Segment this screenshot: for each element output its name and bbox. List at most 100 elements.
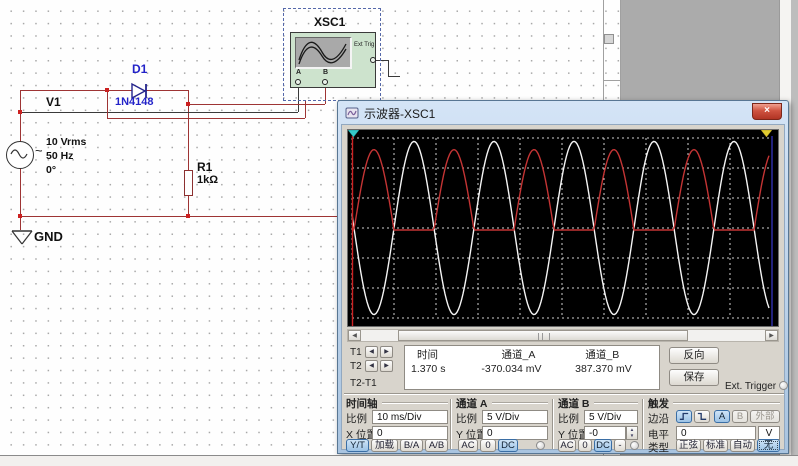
timebase-group-title: 时间轴 bbox=[346, 397, 448, 409]
trigger-edge-label: 边沿 bbox=[648, 411, 669, 426]
xsc1-term-a-label: A bbox=[296, 69, 301, 76]
wire-tap-horizontal[interactable] bbox=[107, 118, 305, 119]
group-separator bbox=[552, 399, 554, 449]
ext-trigger-connector[interactable] bbox=[779, 381, 788, 390]
group-separator bbox=[450, 399, 452, 449]
junction-dot bbox=[105, 88, 109, 92]
wire-exttrig-3[interactable] bbox=[388, 76, 400, 77]
trigger-group-title: 触发 bbox=[648, 397, 780, 409]
wire-r1-bottom[interactable] bbox=[188, 195, 189, 216]
channel-b-zero-button[interactable]: 0 bbox=[578, 439, 592, 452]
xsc1-terminal-a[interactable] bbox=[295, 79, 301, 85]
timebase-scale-label: 比例 bbox=[346, 411, 367, 426]
app-horizontal-scrollbar[interactable] bbox=[0, 455, 798, 466]
scope-scrollbar[interactable]: ◀ ▶ bbox=[347, 329, 779, 342]
xsc1-instrument-icon[interactable]: Ext Trig A B bbox=[290, 32, 376, 88]
t1-right-button[interactable]: ▶ bbox=[380, 346, 393, 358]
reverse-button[interactable]: 反向 bbox=[669, 347, 719, 364]
channel-a-dc-button[interactable]: DC bbox=[498, 439, 518, 452]
channel-b-group-title: 通道 B bbox=[558, 397, 638, 409]
trigger-type-auto-button[interactable]: 自动 bbox=[730, 439, 755, 452]
save-button[interactable]: 保存 bbox=[669, 369, 719, 386]
d1-ref-label[interactable]: D1 bbox=[132, 62, 147, 76]
channel-b-scale-label: 比例 bbox=[558, 411, 579, 426]
v1-prop-freq: 50 Hz bbox=[46, 150, 73, 162]
channel-b-ac-button[interactable]: AC bbox=[558, 439, 576, 452]
t1-left-button[interactable]: ◀ bbox=[365, 346, 378, 358]
trigger-source-a-button[interactable]: A bbox=[714, 410, 730, 423]
trigger-source-b-button[interactable]: B bbox=[732, 410, 748, 423]
trigger-falling-edge-button[interactable] bbox=[694, 410, 710, 423]
scroll-thumb[interactable] bbox=[398, 330, 688, 341]
add-mode-button[interactable]: 加载 bbox=[371, 439, 398, 452]
spinner-down-icon[interactable]: ▼ bbox=[627, 433, 637, 439]
timebase-xpos-input[interactable]: 0 bbox=[372, 426, 448, 440]
trigger-level-unit: V bbox=[758, 426, 780, 440]
wire-left-lower[interactable] bbox=[20, 168, 21, 216]
trigger-level-input[interactable]: 0 bbox=[676, 426, 756, 440]
wire-tap-vertical[interactable] bbox=[107, 90, 108, 118]
channel-a-group-title: 通道 A bbox=[456, 397, 548, 409]
channel-a-scale-input[interactable]: 5 V/Div bbox=[482, 410, 548, 424]
v1-source-symbol[interactable] bbox=[6, 141, 34, 169]
channel-b-ypos-spinner[interactable]: ▲ ▼ bbox=[626, 426, 638, 440]
group-separator bbox=[642, 399, 644, 449]
r1-value-label[interactable]: 1kΩ bbox=[197, 174, 218, 186]
wire-tap-up[interactable] bbox=[305, 100, 306, 118]
scroll-left-button[interactable]: ◀ bbox=[348, 330, 361, 341]
gnd-label[interactable]: GND bbox=[34, 229, 63, 244]
channel-a-zero-button[interactable]: 0 bbox=[480, 439, 496, 452]
window-titlebar[interactable]: 示波器-XSC1 bbox=[341, 103, 785, 123]
timebase-scale-input[interactable]: 10 ms/Div bbox=[372, 410, 448, 424]
trigger-type-none-button[interactable]: 无 bbox=[757, 439, 780, 452]
channel-b-scale-input[interactable]: 5 V/Div bbox=[584, 410, 638, 424]
channel-b-ypos-input[interactable]: -0 bbox=[584, 426, 626, 440]
v1-prop-phase: 0° bbox=[46, 164, 56, 176]
xsc1-mini-screen bbox=[295, 37, 352, 69]
ext-trigger-label: Ext. Trigger bbox=[725, 381, 776, 392]
trigger-rising-edge-button[interactable] bbox=[676, 410, 692, 423]
xsc1-ref-label[interactable]: XSC1 bbox=[314, 15, 345, 29]
rising-edge-icon bbox=[678, 411, 690, 421]
ab-mode-button[interactable]: A/B bbox=[425, 439, 448, 452]
trigger-type-single-button[interactable]: 正弦 bbox=[676, 439, 701, 452]
t2-left-button[interactable]: ◀ bbox=[365, 360, 378, 372]
col-channel-b-header: 通道_B bbox=[561, 346, 659, 362]
scope-panel: ◀ ▶ T1 ◀ ▶ T2 ◀ ▶ T2-T1 时间 通道_A 通道_B bbox=[341, 124, 785, 450]
v1-ac-symbol: ~ bbox=[35, 143, 43, 158]
readout-panel: T1 ◀ ▶ T2 ◀ ▶ T2-T1 时间 通道_A 通道_B 1.370 s… bbox=[347, 345, 781, 391]
mini-sine-icon bbox=[296, 38, 350, 66]
scroll-right-button[interactable]: ▶ bbox=[765, 330, 778, 341]
t2-right-button[interactable]: ▶ bbox=[380, 360, 393, 372]
xsc1-terminal-exttrig[interactable] bbox=[370, 57, 376, 63]
r1-ref-label[interactable]: R1 bbox=[197, 160, 212, 174]
v1-ref-label[interactable]: V1 bbox=[46, 95, 61, 109]
close-button[interactable]: × bbox=[752, 103, 782, 120]
oscilloscope-window[interactable]: 示波器-XSC1 × ◀ ▶ T1 ◀ ▶ T2 ◀ ▶ T2-T1 bbox=[337, 100, 789, 454]
channel-b-connector bbox=[630, 441, 639, 450]
wire-gnd-drop[interactable] bbox=[20, 216, 21, 230]
xsc1-terminal-b[interactable] bbox=[322, 79, 328, 85]
junction-dot bbox=[186, 102, 190, 106]
wire-left-upper[interactable] bbox=[20, 90, 21, 142]
sheet-border-tick bbox=[603, 80, 621, 81]
wire-bottom[interactable] bbox=[20, 216, 340, 217]
trigger-source-ext-button[interactable]: 外部 bbox=[750, 410, 780, 423]
d1-model-label[interactable]: 1N4148 bbox=[115, 96, 154, 108]
scope-screen[interactable] bbox=[347, 129, 779, 327]
r1-resistor-symbol[interactable] bbox=[184, 170, 193, 196]
channel-b-dc-button[interactable]: DC bbox=[594, 439, 612, 452]
wire-scope-a-horizontal[interactable] bbox=[20, 112, 298, 113]
channel-a-ypos-input[interactable]: 0 bbox=[482, 426, 548, 440]
readout-values-box: 时间 通道_A 通道_B 1.370 s -370.034 mV 387.370… bbox=[404, 345, 660, 390]
t2-label: T2 bbox=[350, 361, 362, 372]
multisim-workspace: ~ V1 10 Vrms 50 Hz 0° D1 1N4148 R1 1kΩ G… bbox=[0, 0, 798, 466]
trigger-type-normal-button[interactable]: 标准 bbox=[703, 439, 728, 452]
ba-mode-button[interactable]: B/A bbox=[400, 439, 423, 452]
gnd-symbol[interactable] bbox=[10, 229, 34, 246]
falling-edge-icon bbox=[696, 411, 708, 421]
channel-b-invert-button[interactable]: - bbox=[614, 439, 626, 452]
channel-a-ac-button[interactable]: AC bbox=[458, 439, 478, 452]
wire-exttrig-2[interactable] bbox=[388, 60, 389, 76]
yt-mode-button[interactable]: Y/T bbox=[346, 439, 369, 452]
